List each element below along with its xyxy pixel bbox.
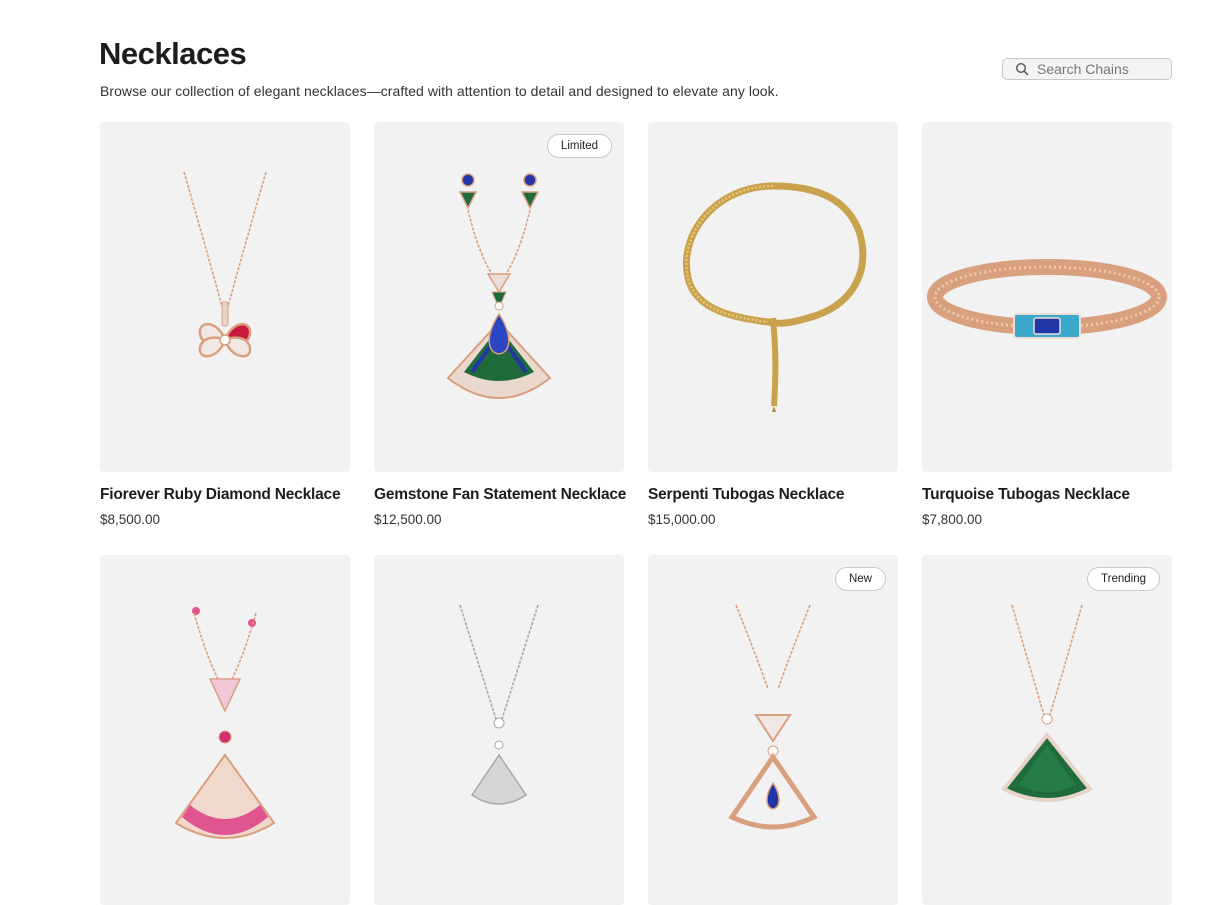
necklace-image-pink-fan (174, 607, 276, 839)
product-name[interactable]: Turquoise Tubogas Necklace (922, 486, 1130, 504)
search-box[interactable] (1002, 58, 1172, 80)
necklace-image-fiorever (183, 171, 267, 358)
necklace-image-gemstone-fan (446, 173, 552, 399)
product-price: $12,500.00 (374, 512, 442, 527)
product-name[interactable]: Serpenti Tubogas Necklace (648, 486, 844, 504)
badge-new: New (834, 567, 886, 591)
product-price: $15,000.00 (648, 512, 716, 527)
product-price: $7,800.00 (922, 512, 983, 527)
badge-limited: Limited (546, 134, 612, 158)
product-image[interactable] (922, 122, 1172, 472)
product-image[interactable] (648, 555, 898, 905)
product-image[interactable] (922, 555, 1172, 905)
necklace-image-silver-fan (459, 604, 539, 805)
product-image[interactable] (100, 555, 350, 905)
product-card[interactable] (100, 555, 350, 905)
necklace-image-malachite-fan (1000, 604, 1094, 802)
product-card[interactable]: Fiorever Ruby Diamond Necklace $8,500.00 (100, 122, 350, 527)
product-image[interactable] (374, 555, 624, 905)
product-card[interactable]: New (648, 555, 898, 905)
badge-trending: Trending (1087, 567, 1160, 591)
product-card[interactable]: Trending (922, 555, 1172, 905)
page-title: Necklaces (99, 36, 247, 71)
product-name[interactable]: Gemstone Fan Statement Necklace (374, 486, 626, 504)
product-card[interactable]: Limited Gemstone Fan Statement Necklace … (374, 122, 626, 527)
necklace-image-turquoise-tubogas (927, 259, 1167, 339)
page-subtitle: Browse our collection of elegant necklac… (100, 83, 779, 99)
product-image[interactable] (100, 122, 350, 472)
product-name[interactable]: Fiorever Ruby Diamond Necklace (100, 486, 341, 504)
search-input[interactable] (1037, 61, 1171, 77)
product-price: $8,500.00 (100, 512, 161, 527)
product-card[interactable]: Turquoise Tubogas Necklace $7,800.00 (922, 122, 1172, 527)
product-card[interactable] (374, 555, 624, 905)
necklace-image-serpenti (683, 182, 867, 412)
necklace-image-sapphire-fan (728, 604, 818, 830)
search-icon (1015, 62, 1029, 76)
product-image[interactable] (648, 122, 898, 472)
product-card[interactable]: Serpenti Tubogas Necklace $15,000.00 (648, 122, 898, 527)
product-image[interactable] (374, 122, 624, 472)
